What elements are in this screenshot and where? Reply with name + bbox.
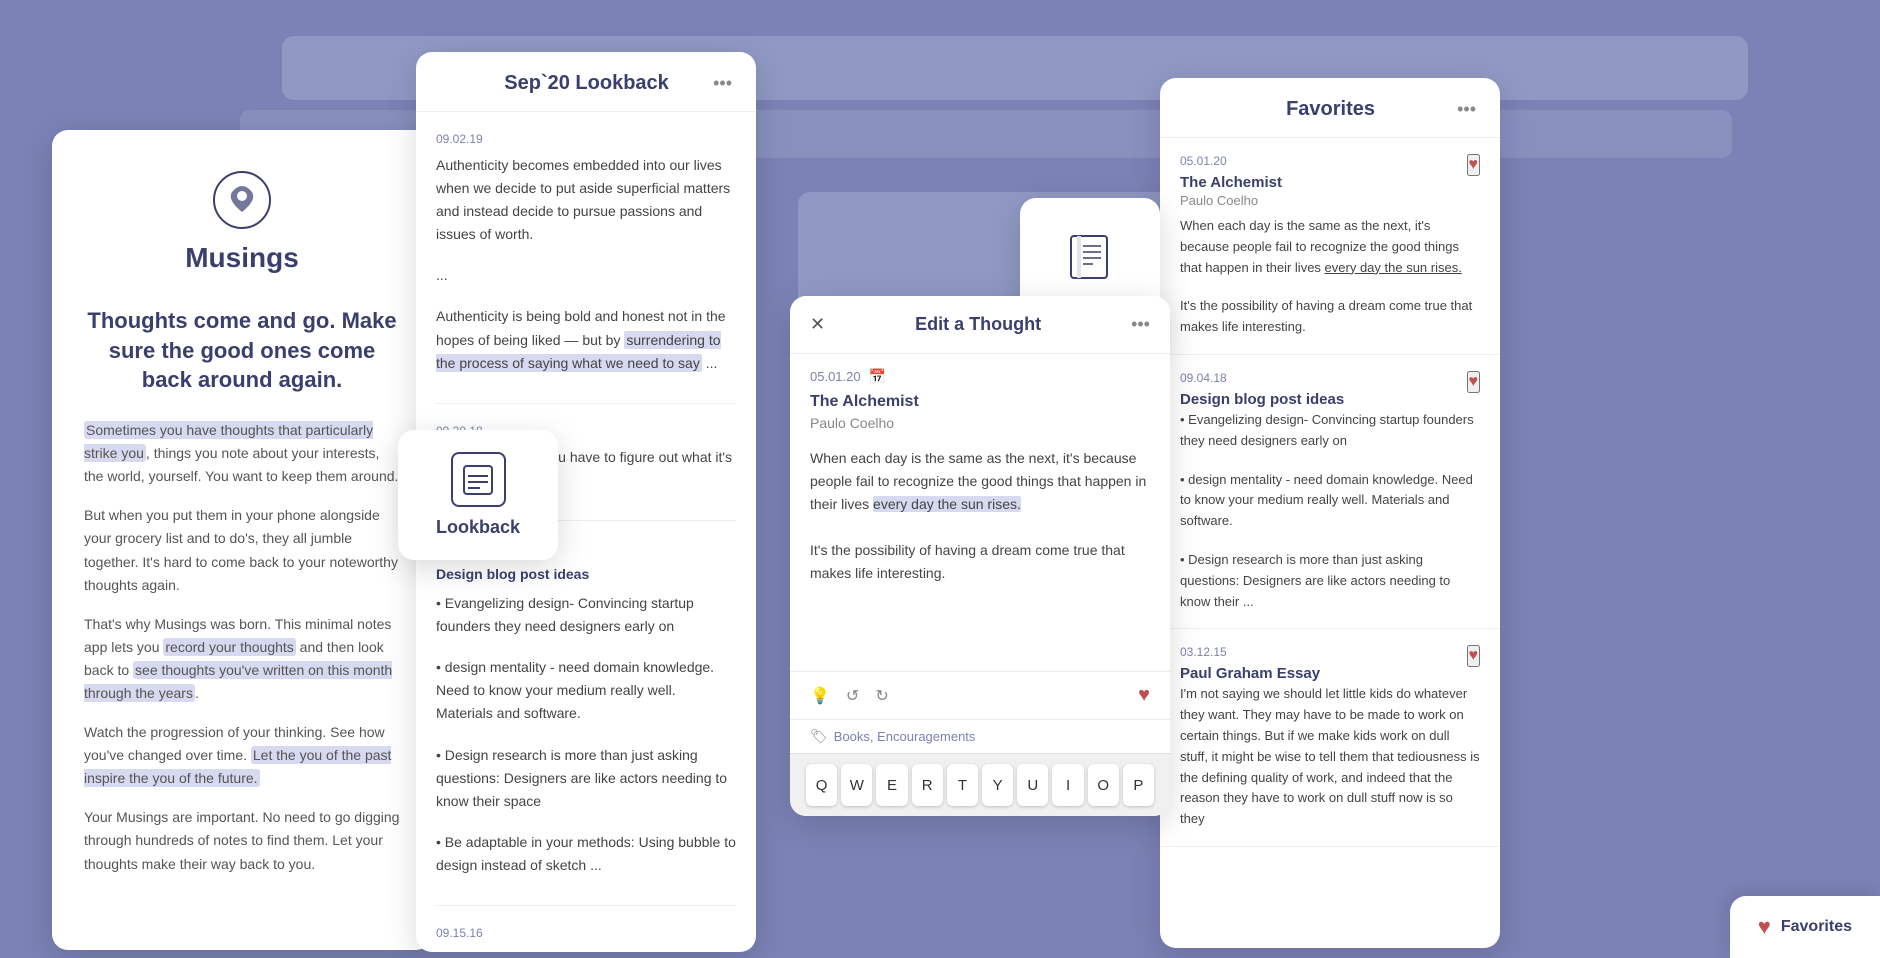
entry-date-4: 09.15.16 [436,926,736,940]
undo-btn[interactable]: ↺ [846,686,859,706]
key-W[interactable]: W [841,764,872,806]
edit-book-title: The Alchemist [790,393,1170,415]
onboarding-body: Sometimes you have thoughts that particu… [84,419,400,892]
onboarding-card: Musings Thoughts come and go. Make sure … [52,130,432,950]
entry-text-3a: Design blog post ideas [436,563,736,586]
entry-text-3d: • Design research is more than just aski… [436,744,736,813]
lookback-title: Sep`20 Lookback [464,72,709,95]
edit-author: Paulo Coelho [790,415,1170,443]
fav-date-2: 09.04.18 [1180,371,1480,385]
fav-text-2: • Evangelizing design- Convincing startu… [1180,410,1480,452]
key-E[interactable]: E [876,764,907,806]
calendar-icon: 📅 [869,368,886,385]
tag-icon: 🏷 [810,728,828,745]
key-O[interactable]: O [1088,764,1119,806]
edit-toolbar: 💡 ↺ ↻ ♥ [790,671,1170,719]
lookback-icon [451,452,506,507]
favorites-header: Favorites ••• [1160,78,1500,138]
edit-date: 05.01.20 [810,369,861,384]
lookback-icon-card[interactable]: Lookback [398,430,558,560]
heart-btn[interactable]: ♥ [1138,684,1150,707]
fav-book-title-2: Design blog post ideas [1180,391,1480,408]
favorites-fab[interactable]: ♥ Favorites [1730,896,1880,958]
keyboard-row: Q W E R T Y U I O P [790,753,1170,816]
lightbulb-btn[interactable]: 💡 [810,686,830,706]
app-logo [212,170,272,230]
entry-text-3b: • Evangelizing design- Convincing startu… [436,592,736,638]
fav-date-1: 05.01.20 [1180,154,1480,168]
lookback-entry-1: 09.02.19 Authenticity becomes embedded i… [436,132,736,375]
lookback-icon-label: Lookback [436,517,520,538]
edit-more-btn[interactable]: ••• [1131,314,1150,335]
fab-label: Favorites [1781,918,1852,936]
key-T[interactable]: T [947,764,978,806]
entry-text-1: Authenticity becomes embedded into our l… [436,154,736,246]
fab-heart-icon: ♥ [1758,914,1771,940]
key-Y[interactable]: Y [982,764,1013,806]
edit-thought-modal: ✕ Edit a Thought ••• 05.01.20 📅 The Alch… [790,296,1170,816]
entry-text-3c: • design mentality - need domain knowled… [436,656,736,725]
lookback-more-btn[interactable]: ••• [709,73,736,94]
key-U[interactable]: U [1017,764,1048,806]
app-title: Musings [185,242,299,274]
entry-text-1c: Authenticity is being bold and honest no… [436,305,736,374]
key-Q[interactable]: Q [806,764,837,806]
fav-heart-2[interactable]: ♥ [1467,371,1481,393]
lookback-entry-4: 09.15.16 Patience Appreciation for life'… [436,926,736,952]
edit-header: ✕ Edit a Thought ••• [790,296,1170,354]
fav-author-1: Paulo Coelho [1180,193,1480,208]
fav-text-2c: • Design research is more than just aski… [1180,550,1480,612]
key-I[interactable]: I [1052,764,1083,806]
fav-text-1: When each day is the same as the next, i… [1180,216,1480,278]
entry-text-4a: Patience [436,948,736,952]
tags-row: 🏷 Books, Encouragements [790,719,1170,753]
edit-body[interactable]: When each day is the same as the next, i… [790,443,1170,671]
lookback-header: Sep`20 Lookback ••• [416,52,756,112]
edit-modal-title: Edit a Thought [915,314,1041,335]
edit-close-btn[interactable]: ✕ [810,314,825,335]
fav-date-3: 03.12.15 [1180,645,1480,659]
fav-heart-1[interactable]: ♥ [1467,154,1481,176]
entry-text-3e: • Be adaptable in your methods: Using bu… [436,831,736,877]
fav-text-2b: • design mentality - need domain knowled… [1180,470,1480,532]
redo-btn[interactable]: ↻ [875,686,888,706]
favorites-entry-3: 03.12.15 ♥ Paul Graham Essay I'm not say… [1160,629,1500,847]
tag-chip: Books, Encouragements [834,729,976,744]
favorites-entry-2: 09.04.18 ♥ Design blog post ideas • Evan… [1160,355,1500,629]
key-R[interactable]: R [912,764,943,806]
entry-date-1: 09.02.19 [436,132,736,146]
onboarding-headline: Thoughts come and go. Make sure the good… [84,306,400,395]
toolbar-left: 💡 ↺ ↻ [810,686,889,706]
favorites-more-btn[interactable]: ••• [1453,99,1480,120]
fav-book-title-1: The Alchemist [1180,174,1480,191]
edit-meta: 05.01.20 📅 [790,354,1170,393]
key-P[interactable]: P [1123,764,1154,806]
favorites-card: Favorites ••• 05.01.20 ♥ The Alchemist P… [1160,78,1500,948]
fav-heart-3[interactable]: ♥ [1467,645,1481,667]
thoughts-icon [1060,228,1120,288]
lookback-entry-3: 09.15.16 Design blog post ideas • Evange… [436,541,736,877]
entry-text-1b: ... [436,264,736,287]
favorites-title: Favorites [1208,98,1453,121]
fav-book-title-3: Paul Graham Essay [1180,665,1480,682]
favorites-entry-1: 05.01.20 ♥ The Alchemist Paulo Coelho Wh… [1160,138,1500,355]
fav-text-1b: It's the possibility of having a dream c… [1180,296,1480,338]
fav-text-3: I'm not saying we should let little kids… [1180,684,1480,830]
